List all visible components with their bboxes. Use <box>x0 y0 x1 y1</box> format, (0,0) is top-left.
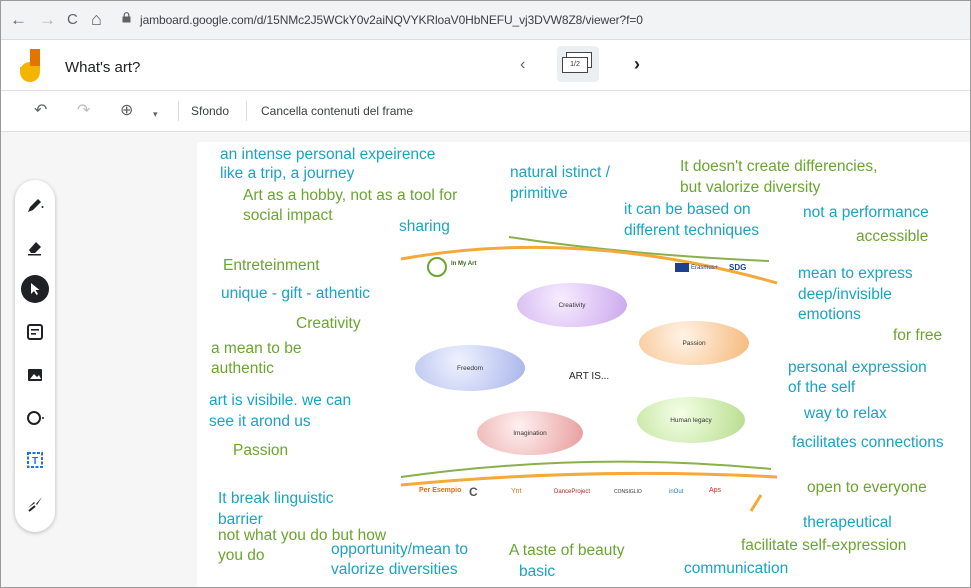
oval-human-legacy: Human legacy <box>637 397 745 443</box>
note-not-performance[interactable]: not a performance <box>803 203 929 222</box>
art-is-label: ART IS... <box>569 371 610 382</box>
oval-freedom: Freedom <box>415 345 525 391</box>
note-based-on[interactable]: it can be based on <box>624 200 751 219</box>
note-therapeutical[interactable]: therapeutical <box>803 513 892 532</box>
note-intense-experience[interactable]: an intense personal expeirence <box>220 145 435 164</box>
note-opportunity[interactable]: opportunity/mean to <box>331 540 468 559</box>
note-break-linguistic[interactable]: It break linguistic <box>218 489 333 508</box>
sponsor-logo: Per Esempio <box>419 487 462 494</box>
sticky-note-icon[interactable] <box>23 320 47 344</box>
note-valorize-diversity[interactable]: but valorize diversity <box>680 178 820 197</box>
forward-icon[interactable]: → <box>39 10 56 30</box>
back-icon[interactable]: ← <box>10 10 27 30</box>
note-primitive[interactable]: primitive <box>510 184 568 203</box>
sponsor-logo: Aps <box>709 487 722 494</box>
svg-text:T: T <box>32 456 38 467</box>
note-different-techniques[interactable]: different techniques <box>624 221 759 240</box>
pen-icon[interactable] <box>23 193 47 217</box>
toolbar-divider <box>246 101 247 121</box>
note-social-impact[interactable]: social impact <box>243 206 333 225</box>
note-natural-istinct[interactable]: natural istinct / <box>510 163 610 182</box>
lock-icon <box>122 12 131 23</box>
circle-icon[interactable] <box>23 406 47 430</box>
undo-icon[interactable]: ↶ <box>34 102 47 120</box>
note-personal-expression[interactable]: personal expression <box>788 358 927 377</box>
note-see-it-around[interactable]: see it arond us <box>209 412 311 431</box>
oval-passion: Passion <box>639 321 749 365</box>
note-art-hobby[interactable]: Art as a hobby, not as a tool for <box>243 186 457 205</box>
oval-imagination: Imagination <box>477 411 583 455</box>
tool-rail: T <box>15 180 55 532</box>
note-emotions[interactable]: emotions <box>798 305 861 324</box>
next-frame-icon[interactable]: › <box>634 54 640 75</box>
note-mean-to-express[interactable]: mean to express <box>798 264 913 283</box>
reload-icon[interactable]: C <box>67 10 78 30</box>
select-icon[interactable] <box>21 275 49 303</box>
browser-address-bar: ← → C ⌂ jamboard.google.com/d/15NMc2J5WC… <box>1 1 970 40</box>
redo-icon[interactable]: ↷ <box>77 102 90 120</box>
zoom-dropdown-icon[interactable]: ▾ <box>153 105 158 123</box>
note-trip-journey[interactable]: like a trip, a journey <box>220 164 354 183</box>
note-taste-of-beauty[interactable]: A taste of beauty <box>509 541 624 560</box>
app-header: What's art? ‹ 1/2 › <box>1 40 970 91</box>
sponsor-logo: Ynt <box>511 488 522 495</box>
frame-indicator: 1/2 <box>562 57 588 73</box>
text-box-icon[interactable]: T <box>23 448 47 472</box>
document-title[interactable]: What's art? <box>65 59 140 76</box>
note-facilitate-self-expression[interactable]: facilitate self-expression <box>741 536 906 555</box>
note-for-free[interactable]: for free <box>893 326 942 345</box>
zoom-icon[interactable]: ⊕ <box>120 102 133 120</box>
note-entreteinment[interactable]: Entreteinment <box>223 256 320 275</box>
frame-bar-button[interactable]: 1/2 <box>557 46 599 82</box>
jamboard-logo-icon[interactable] <box>19 49 45 83</box>
poster-logo-text: In My Art <box>451 261 477 267</box>
home-icon[interactable]: ⌂ <box>91 9 102 29</box>
note-valorize-diversities[interactable]: valorize diversities <box>331 560 458 579</box>
note-of-the-self[interactable]: of the self <box>788 378 855 397</box>
oval-creativity: Creativity <box>517 283 627 327</box>
sponsor-logo: CONSIGLIO <box>614 489 642 495</box>
note-art-visibile[interactable]: art is visibile. we can <box>209 391 351 410</box>
eraser-icon[interactable] <box>23 235 47 259</box>
note-communication[interactable]: communication <box>684 559 788 578</box>
prev-frame-icon[interactable]: ‹ <box>520 56 525 74</box>
note-way-to-relax[interactable]: way to relax <box>804 404 887 423</box>
image-icon[interactable] <box>23 363 47 387</box>
note-no-differencies[interactable]: It doesn't create differencies, <box>680 157 877 176</box>
note-mean-to-be[interactable]: a mean to be <box>211 339 301 358</box>
background-button[interactable]: Sfondo <box>191 104 229 118</box>
note-authentic[interactable]: authentic <box>211 359 274 378</box>
note-facilitates-connections[interactable]: facilitates connections <box>792 433 944 452</box>
note-you-do[interactable]: you do <box>218 546 265 565</box>
note-unique-gift[interactable]: unique - gift - athentic <box>221 284 370 303</box>
sponsor-logos-strip: Per Esempio C Ynt DanceProject CONSIGLIO… <box>419 485 759 505</box>
url-text[interactable]: jamboard.google.com/d/15NMc2J5WCkY0v2aiN… <box>140 13 643 27</box>
note-deep-invisible[interactable]: deep/invisible <box>798 285 892 304</box>
sponsor-logo: C <box>469 485 478 499</box>
sponsor-logo: inOut <box>669 489 684 495</box>
sponsor-logo: DanceProject <box>554 489 591 495</box>
laser-icon[interactable] <box>23 491 47 515</box>
note-open-to-everyone[interactable]: open to everyone <box>807 478 927 497</box>
note-accessible[interactable]: accessible <box>856 227 928 246</box>
note-basic[interactable]: basic <box>519 562 555 581</box>
note-sharing[interactable]: sharing <box>399 217 450 236</box>
toolbar-divider <box>178 101 179 121</box>
erasmus-label: Erasmus+ <box>691 265 719 271</box>
note-passion[interactable]: Passion <box>233 441 288 460</box>
clear-frame-button[interactable]: Cancella contenuti del frame <box>261 104 413 118</box>
toolbar: ↶ ↷ ⊕ ▾ Sfondo Cancella contenuti del fr… <box>1 91 970 132</box>
note-creativity[interactable]: Creativity <box>296 314 361 333</box>
art-is-poster-image[interactable]: In My Art Erasmus+ SDG Creativity Passio… <box>399 233 779 523</box>
browser-window: ← → C ⌂ jamboard.google.com/d/15NMc2J5WC… <box>0 0 971 588</box>
